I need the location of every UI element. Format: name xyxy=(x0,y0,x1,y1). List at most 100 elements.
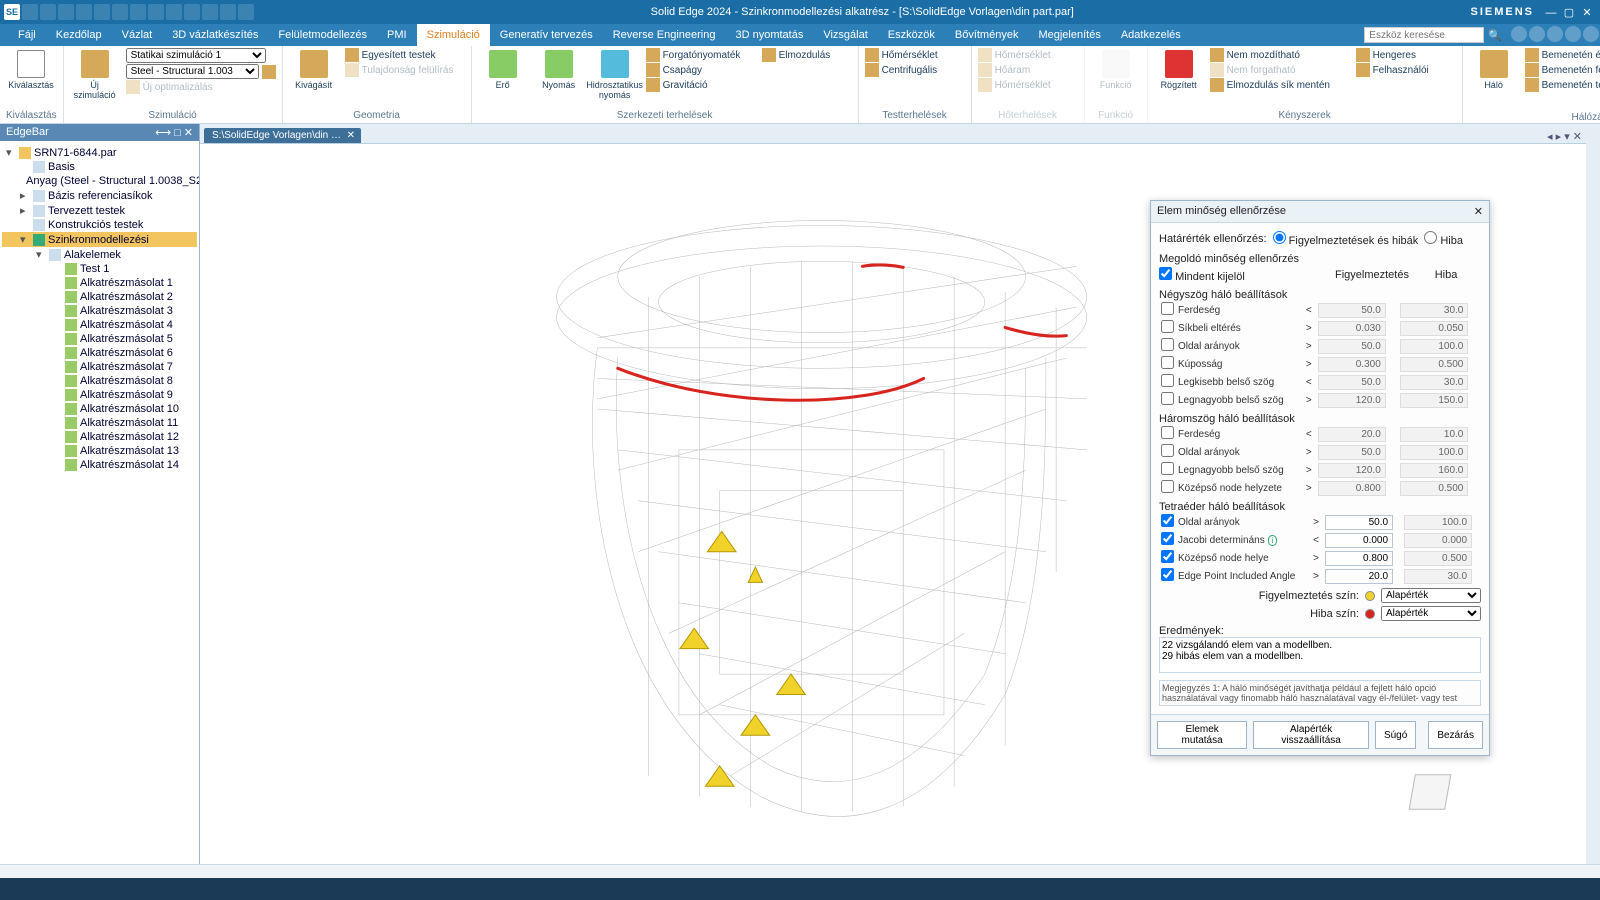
tree-item[interactable]: Alkatrészmásolat 4 xyxy=(2,318,197,332)
ribbon-tab-felületmodellezés[interactable]: Felületmodellezés xyxy=(268,24,377,46)
emoji-icon[interactable] xyxy=(1511,26,1527,42)
tab-nav[interactable]: ◂ ▸ ▾ ✕ xyxy=(1543,130,1586,143)
unified-label[interactable]: Egyesített testek xyxy=(362,50,436,61)
ribbon-tab-3d nyomtatás[interactable]: 3D nyomtatás xyxy=(725,24,813,46)
mesh-button[interactable]: Háló xyxy=(1469,48,1519,112)
document-tab[interactable]: S:\SolidEdge Vorlagen\din …✕ xyxy=(204,128,361,143)
tree-item[interactable]: Alkatrészmásolat 10 xyxy=(2,402,197,416)
tree-item[interactable]: Alkatrészmásolat 3 xyxy=(2,304,197,318)
maximize-icon[interactable]: ▢ xyxy=(1560,6,1578,19)
hydro-button[interactable]: Hidrosztatikus nyomás xyxy=(590,48,640,110)
mesh-edge-row[interactable]: Bemenetén élen xyxy=(1525,48,1600,62)
tree-item[interactable]: Alkatrészmásolat 7 xyxy=(2,360,197,374)
warn-input[interactable] xyxy=(1325,551,1393,566)
ribbon-tab-bővítmények[interactable]: Bővítmények xyxy=(945,24,1029,46)
qat-icon[interactable] xyxy=(166,4,182,20)
mesh-face-row[interactable]: Bemenetén felületen xyxy=(1525,63,1600,77)
ribbon-tab-kezdőlap[interactable]: Kezdőlap xyxy=(46,24,112,46)
warn-input[interactable] xyxy=(1325,515,1393,530)
tool-search[interactable]: 🔍 xyxy=(1364,27,1506,43)
tree-features[interactable]: Alakelemek xyxy=(64,249,121,261)
edgebar-header[interactable]: EdgeBar⟷ □ ✕ xyxy=(0,124,199,141)
minimize-icon[interactable]: — xyxy=(1542,7,1560,19)
min-ribbon-icon[interactable] xyxy=(1565,26,1581,42)
close-doc-icon[interactable] xyxy=(1583,26,1599,42)
row-checkbox[interactable] xyxy=(1161,426,1174,439)
qat-icon[interactable] xyxy=(58,4,74,20)
ribbon-tab-reverse engineering[interactable]: Reverse Engineering xyxy=(603,24,726,46)
centrifugal-row[interactable]: Centrifugális xyxy=(865,63,965,77)
tree-item[interactable]: Alkatrészmásolat 14 xyxy=(2,458,197,472)
tree-item[interactable]: Alkatrészmásolat 11 xyxy=(2,416,197,430)
warn-input[interactable] xyxy=(1325,533,1393,548)
tree-body[interactable]: Test 1 xyxy=(80,263,109,275)
bodytemp-row[interactable]: Hőmérséklet xyxy=(865,48,965,62)
qat-icon[interactable] xyxy=(148,4,164,20)
warn-input[interactable] xyxy=(1325,569,1393,584)
qat-icon[interactable] xyxy=(238,4,254,20)
qat-icon[interactable] xyxy=(220,4,236,20)
tab-close-icon[interactable]: ✕ xyxy=(347,130,355,141)
search-icon[interactable]: 🔍 xyxy=(1488,29,1502,42)
tree-item[interactable]: Alkatrészmásolat 1 xyxy=(2,276,197,290)
view-cube[interactable] xyxy=(1406,768,1456,818)
slide-row[interactable]: Elmozdulás sík mentén xyxy=(1210,78,1350,92)
reset-defaults-button[interactable]: Alapérték visszaállítása xyxy=(1253,721,1369,749)
grav-row[interactable]: Gravitáció xyxy=(646,78,756,92)
row-checkbox[interactable] xyxy=(1161,320,1174,333)
tree-item[interactable]: Alkatrészmásolat 12 xyxy=(2,430,197,444)
cyl-row[interactable]: Hengeres xyxy=(1356,48,1456,62)
show-elements-button[interactable]: Elemek mutatása xyxy=(1157,721,1247,749)
tree-item[interactable]: Alkatrészmásolat 6 xyxy=(2,346,197,360)
row-checkbox[interactable] xyxy=(1161,462,1174,475)
tree-sync[interactable]: Szinkronmodellezési xyxy=(48,234,149,246)
right-toolbar[interactable] xyxy=(1586,124,1600,878)
dialog-close-icon[interactable]: ✕ xyxy=(1474,205,1483,218)
qat-icon[interactable] xyxy=(202,4,218,20)
mesh-body-row[interactable]: Bemenetén testen xyxy=(1525,78,1600,92)
feature-tree[interactable]: ▾SRN71-6844.par Basis Anyag (Steel - Str… xyxy=(0,141,199,476)
fixed-button[interactable]: Rögzített xyxy=(1154,48,1204,110)
ribbon-tab-fájl[interactable]: Fájl xyxy=(8,24,46,46)
radio-err[interactable]: Hiba xyxy=(1424,231,1463,247)
torque-row[interactable]: Forgatónyomaték xyxy=(646,48,756,62)
tree-designed[interactable]: Tervezett testek xyxy=(48,205,125,217)
ribbon-tab-eszközök[interactable]: Eszközök xyxy=(878,24,945,46)
ribbon-tab-adatkezelés[interactable]: Adatkezelés xyxy=(1111,24,1191,46)
tree-item[interactable]: Alkatrészmásolat 8 xyxy=(2,374,197,388)
qat-icon[interactable] xyxy=(130,4,146,20)
force-button[interactable]: Erő xyxy=(478,48,528,110)
qat-icon[interactable] xyxy=(76,4,92,20)
row-checkbox[interactable] xyxy=(1161,514,1174,527)
ribbon-tab-3d vázlatkészítés[interactable]: 3D vázlatkészítés xyxy=(162,24,268,46)
help-icons[interactable] xyxy=(1510,26,1600,45)
tree-construct[interactable]: Konstrukciós testek xyxy=(48,219,143,231)
row-checkbox[interactable] xyxy=(1161,444,1174,457)
row-checkbox[interactable] xyxy=(1161,392,1174,405)
cut-geometry-button[interactable]: Kivágásít xyxy=(289,48,339,110)
row-checkbox[interactable] xyxy=(1161,532,1174,545)
qat-icon[interactable] xyxy=(40,4,56,20)
ribbon-tab-megjelenítés[interactable]: Megjelenítés xyxy=(1028,24,1110,46)
window-controls[interactable]: —▢✕ xyxy=(1542,6,1596,19)
panel-controls[interactable]: ⟷ □ ✕ xyxy=(155,126,193,139)
user-row[interactable]: Felhasználói xyxy=(1356,63,1456,77)
pressure-button[interactable]: Nyomás xyxy=(534,48,584,110)
study-select[interactable]: Statikai szimuláció 1 xyxy=(126,48,266,63)
select-button[interactable]: Kiválasztás xyxy=(6,48,56,110)
quick-access-toolbar[interactable]: SE xyxy=(4,4,254,20)
tree-basis[interactable]: Basis xyxy=(48,161,75,173)
warn-color-select[interactable]: Alapérték xyxy=(1381,588,1481,603)
new-simulation-button[interactable]: Új szimuláció xyxy=(70,48,120,110)
tree-item[interactable]: Alkatrészmásolat 13 xyxy=(2,444,197,458)
close-icon[interactable]: ✕ xyxy=(1578,6,1596,19)
horizontal-scrollbar[interactable] xyxy=(0,864,1600,878)
ribbon-tab-vázlat[interactable]: Vázlat xyxy=(112,24,163,46)
tree-item[interactable]: Alkatrészmásolat 5 xyxy=(2,332,197,346)
tree-root[interactable]: SRN71-6844.par xyxy=(34,147,117,159)
radio-warn[interactable]: Figyelmeztetések és hibák xyxy=(1273,231,1419,247)
nomove-row[interactable]: Nem mozdítható xyxy=(1210,48,1350,62)
tree-refplanes[interactable]: Bázis referenciasíkok xyxy=(48,190,153,202)
tree-material[interactable]: Anyag (Steel - Structural 1.0038_S2) xyxy=(26,175,200,187)
close-button[interactable]: Bezárás xyxy=(1428,721,1483,749)
